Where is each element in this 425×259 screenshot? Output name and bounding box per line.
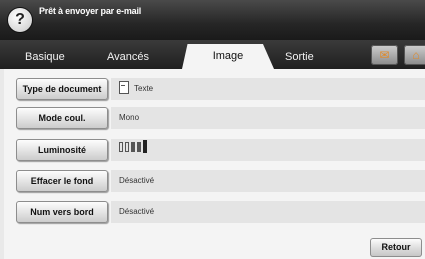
- scan-to-edge-button[interactable]: Num vers bord: [16, 201, 108, 223]
- background-erase-value: Désactivé: [111, 170, 425, 192]
- setting-row-color-mode: Mode coul. Mono: [16, 107, 425, 129]
- email-send-screen: ? Prêt à envoyer par e-mail Basique Avan…: [0, 0, 425, 259]
- tab-basic[interactable]: Basique: [25, 45, 65, 69]
- setting-row-scan-to-edge: Num vers bord Désactivé: [16, 201, 425, 223]
- brightness-bar-4: [137, 142, 141, 152]
- brightness-value: [111, 139, 425, 161]
- back-button[interactable]: Retour: [370, 238, 422, 257]
- help-icon[interactable]: ?: [8, 8, 32, 32]
- color-mode-button[interactable]: Mode coul.: [16, 107, 108, 129]
- address-book-icon: ✉: [379, 48, 390, 62]
- setting-row-background-erase: Effacer le fond Désactivé: [16, 170, 425, 192]
- document-icon: [119, 81, 129, 95]
- background-erase-button[interactable]: Effacer le fond: [16, 170, 108, 192]
- scan-to-edge-value: Désactivé: [111, 201, 425, 223]
- brightness-button[interactable]: Luminosité: [16, 139, 108, 161]
- brightness-bar-2: [125, 142, 129, 152]
- tab-advanced[interactable]: Avancés: [107, 45, 149, 69]
- brightness-bar-5: [143, 140, 147, 153]
- setting-row-brightness: Luminosité: [16, 139, 425, 161]
- home-button[interactable]: ⌂: [404, 45, 425, 65]
- document-type-button[interactable]: Type de document: [16, 78, 108, 100]
- brightness-level-indicator: [119, 139, 149, 161]
- document-type-text: Texte: [134, 84, 154, 93]
- color-mode-value: Mono: [111, 107, 425, 129]
- status-message: Prêt à envoyer par e-mail: [39, 6, 142, 16]
- status-header: ? Prêt à envoyer par e-mail: [0, 0, 425, 40]
- tab-output[interactable]: Sortie: [285, 45, 314, 69]
- document-type-value: Texte: [111, 78, 425, 100]
- tab-bar: Basique Avancés Image Sortie ✉ ⌂: [0, 40, 425, 69]
- brightness-bar-1: [119, 142, 123, 152]
- tab-image[interactable]: Image: [182, 44, 274, 69]
- setting-row-document-type: Type de document Texte: [16, 78, 425, 100]
- brightness-bar-3: [131, 142, 135, 152]
- image-settings-panel: Type de document Texte Mode coul. Mono L…: [4, 69, 425, 259]
- address-book-button[interactable]: ✉: [371, 45, 398, 65]
- home-icon: ⌂: [412, 48, 420, 62]
